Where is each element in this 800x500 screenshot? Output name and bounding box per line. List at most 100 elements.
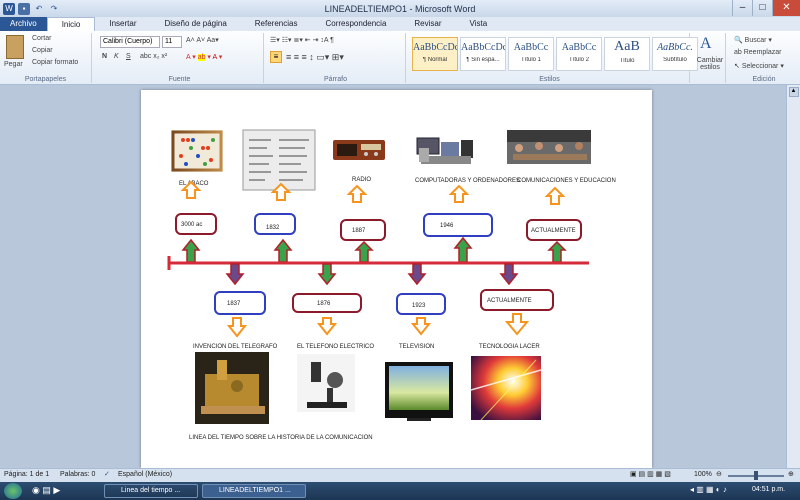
- change-styles-button[interactable]: Cambiar estilos: [694, 57, 726, 71]
- tab-inicio[interactable]: Inicio: [46, 17, 96, 31]
- timeline-diagram: EL ABACO RADIO COMPUTADORAS Y ORDENADORE…: [167, 129, 616, 441]
- orange-arrow-down-4: [504, 313, 530, 336]
- year-actualmente-top: ACTUALMENTE: [531, 228, 576, 234]
- font-family-select[interactable]: Calibri (Cuerpo): [100, 36, 160, 48]
- clock[interactable]: 04:51 p.m.: [752, 486, 785, 493]
- caption-telefono: EL TELEFONO ELECTRICO: [297, 344, 374, 350]
- zoom-in-icon[interactable]: ⊕: [788, 470, 794, 478]
- proofing-icon[interactable]: ✓: [104, 470, 110, 478]
- editing-label: Edición: [752, 76, 776, 83]
- word-count[interactable]: Palabras: 0: [60, 471, 95, 478]
- top-green-arrows: [181, 236, 567, 263]
- top-year-boxes: 3000 ac 1832 1887 1946 ACTUALMENTE: [175, 213, 582, 241]
- highlight-icon[interactable]: A ▾ ab ▾ A ▾: [186, 53, 222, 61]
- orange-arrow-up-5: [544, 186, 566, 205]
- style-heading1[interactable]: AaBbCc Título 1: [508, 37, 554, 71]
- style-normal[interactable]: AaBbCcDc ¶ Normal: [412, 37, 458, 71]
- scroll-up-icon[interactable]: ▲: [788, 87, 799, 97]
- ribbon: Pegar Cortar Copiar Copiar formato Porta…: [0, 31, 800, 85]
- orange-arrow-up-4: [448, 184, 470, 203]
- caption-telegrafo: INVENCION DEL TELEGRAFO: [193, 344, 278, 350]
- align-left-button[interactable]: ≡: [270, 51, 282, 63]
- zoom-out-icon[interactable]: ⊖: [716, 470, 722, 478]
- bottom-orange-arrows: [226, 313, 530, 338]
- clipboard-group: Pegar Cortar Copiar Copiar formato Porta…: [0, 33, 92, 83]
- orange-arrow-down-2: [316, 317, 338, 336]
- zoom-slider-thumb[interactable]: [754, 471, 758, 480]
- strikethrough-button[interactable]: abc x₂ x²: [140, 53, 167, 60]
- font-size-select[interactable]: 11: [162, 36, 182, 48]
- taskbar-item-linea[interactable]: Linea del tiempo ...: [104, 484, 198, 498]
- paste-icon[interactable]: [6, 35, 24, 59]
- bottom-year-boxes: 1837 1876 1923 ACTUALMENTE: [214, 289, 554, 315]
- year-1876: 1876: [317, 301, 331, 307]
- minimize-button[interactable]: –: [732, 0, 752, 16]
- tab-referencias[interactable]: Referencias: [241, 17, 312, 31]
- replace-button[interactable]: ab Reemplazar: [734, 49, 781, 56]
- orange-arrow-down-3: [410, 317, 432, 336]
- underline-button[interactable]: S: [126, 53, 131, 60]
- format-painter-button[interactable]: Copiar formato: [32, 59, 78, 66]
- vertical-scrollbar[interactable]: ▲: [786, 85, 800, 468]
- caption-computadoras: COMPUTADORAS Y ORDENADORES: [415, 178, 520, 184]
- document-area: EL ABACO RADIO COMPUTADORAS Y ORDENADORE…: [0, 85, 800, 468]
- taskbar-pinned-icons[interactable]: ◉ ▤ ▶: [32, 485, 60, 496]
- page-count[interactable]: Página: 1 de 1: [4, 471, 49, 478]
- find-button[interactable]: 🔍 Buscar ▾: [734, 36, 772, 44]
- year-1837: 1837: [227, 301, 241, 307]
- close-button[interactable]: ✕: [772, 0, 800, 16]
- paste-button[interactable]: Pegar: [4, 61, 23, 68]
- bold-button[interactable]: N: [102, 53, 107, 60]
- grow-font-icon[interactable]: A˄ A˅ Aa▾: [186, 36, 219, 44]
- bottom-down-arrows: [225, 263, 519, 286]
- tab-archivo[interactable]: Archivo: [0, 17, 47, 31]
- select-button[interactable]: ↖ Seleccionar ▾: [734, 62, 784, 70]
- top-orange-arrows: [180, 180, 566, 205]
- change-styles-icon[interactable]: A: [700, 35, 712, 53]
- copy-button[interactable]: Copiar: [32, 47, 53, 54]
- tab-vista[interactable]: Vista: [456, 17, 502, 31]
- undo-icon[interactable]: ↶: [33, 3, 45, 15]
- styles-group: AaBbCcDc ¶ Normal AaBbCcDc ¶ Sin espa...…: [410, 33, 698, 83]
- save-icon[interactable]: ▪: [18, 2, 30, 15]
- caption-comunicaciones: COMUNICACIONES Y EDUCACION: [517, 178, 616, 184]
- cut-button[interactable]: Cortar: [32, 35, 51, 42]
- language-indicator[interactable]: Español (México): [118, 471, 172, 478]
- style-no-spacing[interactable]: AaBbCcDc ¶ Sin espa...: [460, 37, 506, 71]
- tab-diseno-pagina[interactable]: Diseño de página: [151, 17, 241, 31]
- editing-group: 🔍 Buscar ▾ ab Reemplazar ↖ Seleccionar ▾…: [728, 33, 800, 83]
- year-actualmente-bottom: ACTUALMENTE: [487, 298, 532, 304]
- timeline-footer-title: LINEA DEL TIEMPO SOBRE LA HISTORIA DE LA…: [189, 435, 373, 441]
- document-page[interactable]: EL ABACO RADIO COMPUTADORAS Y ORDENADORE…: [141, 90, 652, 468]
- style-heading2[interactable]: AaBbCc Título 2: [556, 37, 602, 71]
- paragraph-label: Párrafo: [324, 76, 347, 83]
- taskbar-item-word[interactable]: LINEADELTIEMPO1 ...: [202, 484, 306, 498]
- taskbar: ◉ ▤ ▶ Linea del tiempo ... LINEADELTIEMP…: [0, 482, 800, 500]
- ribbon-tabs: Archivo Inicio Insertar Diseño de página…: [0, 17, 800, 31]
- caption-television: TELEVISION: [399, 344, 434, 350]
- italic-button[interactable]: K: [114, 53, 119, 60]
- styles-label: Estilos: [539, 76, 560, 83]
- redo-icon[interactable]: ↷: [48, 3, 60, 15]
- tray-icons[interactable]: ◂ ▥ ▦ ◐ ♪: [690, 485, 727, 494]
- maximize-button[interactable]: □: [752, 0, 772, 16]
- orange-arrow-up-3: [346, 184, 368, 203]
- tab-revisar[interactable]: Revisar: [400, 17, 455, 31]
- start-button[interactable]: [4, 483, 22, 499]
- year-1832: 1832: [266, 225, 280, 231]
- view-buttons[interactable]: ▣ ▤ ▥ ▦ ▧: [630, 470, 671, 478]
- tab-insertar[interactable]: Insertar: [95, 17, 150, 31]
- list-bullets-icon[interactable]: ☰▾ ☷▾ ≣▾ ⇤ ⇥ ↕A ¶: [270, 36, 334, 44]
- classroom-image: [507, 130, 591, 164]
- tab-correspondencia[interactable]: Correspondencia: [311, 17, 400, 31]
- style-title[interactable]: AaB Título: [604, 37, 650, 71]
- laser-image: [470, 356, 542, 421]
- font-label: Fuente: [168, 76, 191, 83]
- television-image: [385, 362, 453, 421]
- year-1923: 1923: [412, 303, 426, 309]
- zoom-level[interactable]: 100%: [694, 471, 712, 478]
- year-3000ac: 3000 ac: [181, 222, 202, 228]
- telegraph-image: [195, 352, 269, 424]
- year-1946: 1946: [440, 223, 454, 229]
- align-icons[interactable]: ≡ ≡ ≡ ↕ ▭▾ ⊞▾: [286, 52, 344, 63]
